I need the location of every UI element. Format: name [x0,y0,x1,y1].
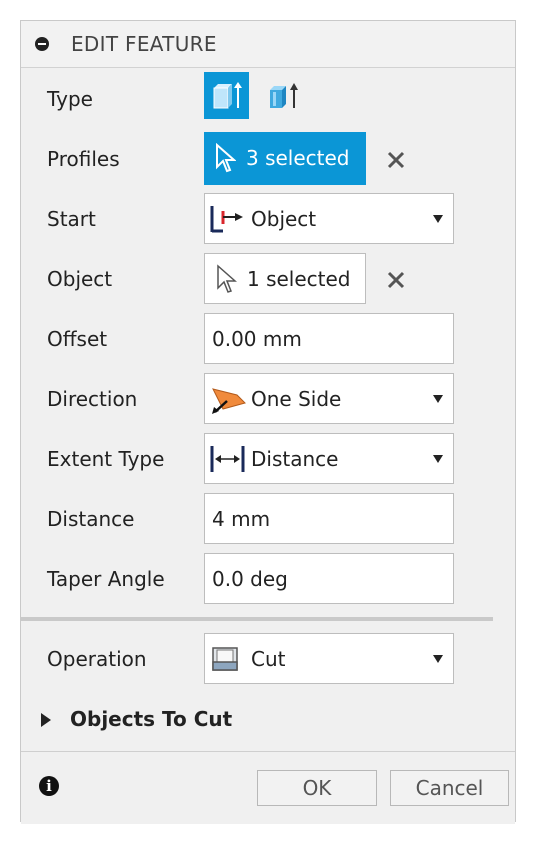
profiles-label: Profiles [47,147,120,171]
type-label: Type [47,87,93,111]
one-side-direction-icon [212,388,246,414]
offset-value: 0.00 mm [212,327,302,351]
chevron-down-icon [433,455,443,463]
objects-to-cut-section[interactable]: Objects To Cut [70,707,232,731]
panel-header[interactable]: EDIT FEATURE [21,21,515,68]
close-icon[interactable] [385,149,407,171]
chevron-down-icon [433,655,443,663]
start-object-icon [210,206,243,233]
direction-value: One Side [251,387,342,411]
offset-input[interactable]: 0.00 mm [204,313,454,364]
panel-title: EDIT FEATURE [71,32,217,56]
taper-angle-input[interactable]: 0.0 deg [204,553,454,604]
cursor-arrow-icon [217,264,237,293]
cut-operation-icon [212,647,238,671]
object-selection-text: 1 selected [247,267,351,291]
taper-angle-label: Taper Angle [47,567,165,591]
chevron-down-icon [433,215,443,223]
triangle-right-icon[interactable] [41,713,51,727]
ok-button[interactable]: OK [257,770,377,806]
operation-value: Cut [251,647,286,671]
distance-icon [210,446,245,472]
offset-label: Offset [47,327,108,351]
object-selection-button[interactable]: 1 selected [204,253,366,304]
start-dropdown[interactable]: Object [204,193,454,244]
extrude-thin-icon [270,83,298,108]
cancel-button[interactable]: Cancel [390,770,509,806]
start-value: Object [251,207,317,231]
distance-value: 4 mm [212,507,271,531]
edit-feature-panel: EDIT FEATURE Type Profiles 3 selected St… [20,20,516,824]
minus-circle-icon[interactable] [35,37,49,51]
cursor-arrow-icon [216,143,236,173]
operation-dropdown[interactable]: Cut [204,633,454,684]
extrude-solid-icon [213,82,242,109]
panel-footer: i OK Cancel [21,751,515,824]
section-divider [21,617,493,621]
profiles-selection-button[interactable]: 3 selected [204,132,366,185]
extent-type-value: Distance [251,447,339,471]
close-icon[interactable] [385,269,407,291]
distance-input[interactable]: 4 mm [204,493,454,544]
type-solid-button[interactable] [204,72,249,119]
distance-label: Distance [47,507,135,531]
info-icon[interactable]: i [39,776,59,796]
direction-dropdown[interactable]: One Side [204,373,454,424]
chevron-down-icon [433,395,443,403]
profiles-selection-text: 3 selected [246,146,350,170]
extent-type-label: Extent Type [47,447,165,471]
extent-type-dropdown[interactable]: Distance [204,433,454,484]
taper-angle-value: 0.0 deg [212,567,288,591]
direction-label: Direction [47,387,138,411]
type-thin-button[interactable] [264,72,304,119]
object-label: Object [47,267,113,291]
start-label: Start [47,207,96,231]
operation-label: Operation [47,647,147,671]
